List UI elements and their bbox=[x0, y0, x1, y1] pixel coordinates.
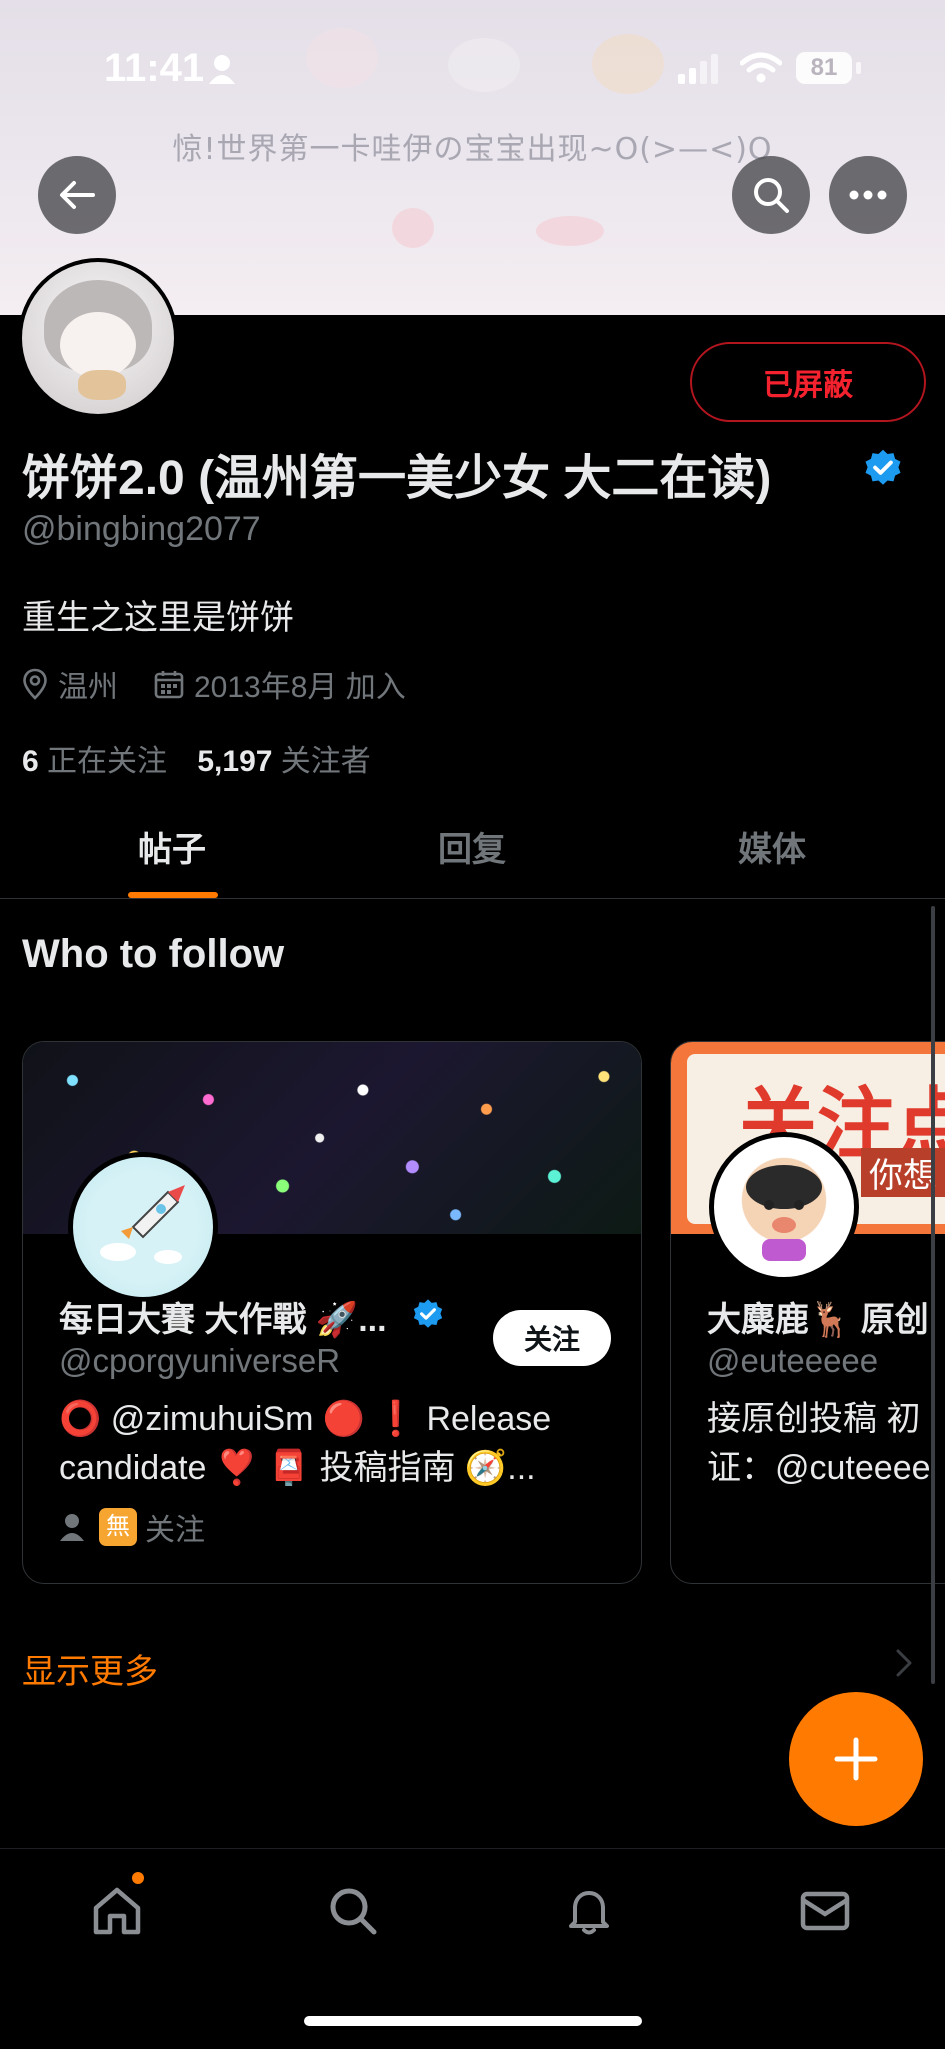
compose-button[interactable] bbox=[789, 1692, 923, 1826]
tab-media[interactable]: 媒体 bbox=[622, 822, 922, 871]
card-handle: @euteeeee bbox=[707, 1342, 879, 1379]
followers-count: 5,197 bbox=[197, 745, 273, 778]
card-bio: ⭕ @zimuhuiSm 🔴 ❗ Release candidate ❣️ 📮 … bbox=[59, 1395, 619, 1493]
back-arrow-icon bbox=[60, 181, 95, 209]
tabs-divider bbox=[0, 898, 945, 899]
mail-icon bbox=[800, 1891, 850, 1931]
tab-posts[interactable]: 帖子 bbox=[22, 822, 322, 871]
card-bio: 接原创投稿 初 证：@cuteeee bbox=[707, 1395, 945, 1493]
home-notification-dot bbox=[132, 1872, 144, 1884]
card-bio-line: candidate ❣️ 📮 投稿指南 🧭... bbox=[59, 1449, 536, 1487]
tab-replies[interactable]: 回复 bbox=[322, 822, 622, 871]
search-icon bbox=[330, 1888, 377, 1935]
battery-cap bbox=[856, 62, 861, 74]
wu-badge: 無 bbox=[99, 1508, 137, 1546]
display-name: 饼饼2.0 (温州第一美少女 大二在读) bbox=[22, 452, 772, 505]
followers-label: 关注者 bbox=[280, 745, 371, 778]
card-avatar bbox=[68, 1152, 218, 1302]
bunny-sticker bbox=[306, 28, 378, 88]
who-to-follow-title: Who to follow bbox=[22, 932, 285, 976]
card-followed-by: 無 关注 bbox=[59, 1505, 205, 1549]
home-icon bbox=[93, 1887, 141, 1935]
nav-messages[interactable] bbox=[790, 1876, 860, 1946]
profile-avatar[interactable] bbox=[18, 258, 178, 418]
more-button[interactable] bbox=[829, 156, 907, 234]
following-label: 正在关注 bbox=[47, 745, 168, 778]
card-name[interactable]: 每日大賽 大作戰 🚀... bbox=[59, 1292, 387, 1341]
cartoon-face-icon bbox=[746, 1165, 822, 1261]
profile-meta: 温州 2013年8月 加入 bbox=[22, 662, 406, 706]
search-icon bbox=[754, 178, 789, 213]
follow-button[interactable]: 关注 bbox=[493, 1310, 611, 1366]
follow-suggestion-card[interactable]: 关注点 你想 大麋鹿🦌 原创 @euteeeee 接原创投稿 初 证：@cute… bbox=[670, 1041, 945, 1584]
card-handle: @cporgyuniverseR bbox=[59, 1342, 341, 1379]
fishbone-sticker bbox=[536, 216, 604, 246]
person-icon bbox=[60, 1514, 84, 1541]
rocket-icon bbox=[100, 1185, 185, 1264]
status-time: 11:41 bbox=[104, 46, 205, 90]
wifi-icon bbox=[740, 52, 782, 83]
verified-badge-icon bbox=[413, 1299, 443, 1328]
profile-handle: @bingbing2077 bbox=[22, 510, 261, 548]
scrollbar[interactable] bbox=[931, 906, 935, 1684]
card-footer-text: 关注 bbox=[145, 1514, 205, 1547]
nav-search[interactable] bbox=[318, 1876, 388, 1946]
search-button[interactable] bbox=[732, 156, 810, 234]
card-avatar bbox=[709, 1132, 859, 1282]
avatar-face bbox=[60, 312, 136, 378]
more-icon bbox=[849, 190, 887, 200]
avatar-item bbox=[78, 370, 126, 400]
person-icon bbox=[209, 55, 235, 84]
banner-text: 惊!世界第一卡哇伊の宝宝出现~O(>—<)O bbox=[172, 132, 773, 167]
blocked-button[interactable]: 已屏蔽 bbox=[690, 342, 926, 422]
cat-sticker bbox=[448, 38, 520, 92]
nav-notifications[interactable] bbox=[554, 1876, 624, 1946]
location-icon bbox=[23, 668, 47, 700]
card-bio-line: 证：@cuteeee bbox=[707, 1449, 931, 1487]
battery-level: 81 bbox=[810, 54, 838, 81]
joined-text: 2013年8月 加入 bbox=[194, 671, 406, 704]
signal-icon bbox=[678, 54, 718, 84]
followers-link[interactable]: 5,197 关注者 bbox=[197, 745, 370, 778]
nav-home[interactable] bbox=[82, 1876, 152, 1946]
bear-sticker bbox=[592, 34, 664, 94]
profile-stats: 6 正在关注 5,197 关注者 bbox=[22, 736, 371, 780]
following-link[interactable]: 6 正在关注 bbox=[22, 745, 167, 778]
chevron-right-icon bbox=[896, 1649, 912, 1677]
card-name[interactable]: 大麋鹿🦌 原创 bbox=[707, 1292, 929, 1341]
card-bio-line: 接原创投稿 初 bbox=[707, 1400, 921, 1438]
paw-sticker bbox=[392, 208, 434, 248]
card-bio-line: ⭕ @zimuhuiSm 🔴 ❗ Release bbox=[59, 1400, 552, 1438]
back-button[interactable] bbox=[38, 156, 116, 234]
location-text: 温州 bbox=[58, 671, 118, 704]
following-count: 6 bbox=[22, 745, 39, 778]
calendar-icon bbox=[154, 671, 184, 699]
follow-suggestion-card[interactable]: 每日大賽 大作戰 🚀... 关注 @cporgyuniverseR ⭕ @zim… bbox=[22, 1041, 642, 1584]
plus-icon bbox=[834, 1737, 878, 1781]
home-indicator[interactable] bbox=[304, 2016, 642, 2026]
battery-icon: 81 bbox=[796, 52, 852, 84]
show-more-link[interactable]: 显示更多 bbox=[22, 1644, 158, 1693]
bell-icon bbox=[569, 1891, 609, 1935]
verified-badge-icon[interactable] bbox=[862, 448, 904, 490]
profile-bio: 重生之这里是饼饼 bbox=[22, 599, 294, 637]
